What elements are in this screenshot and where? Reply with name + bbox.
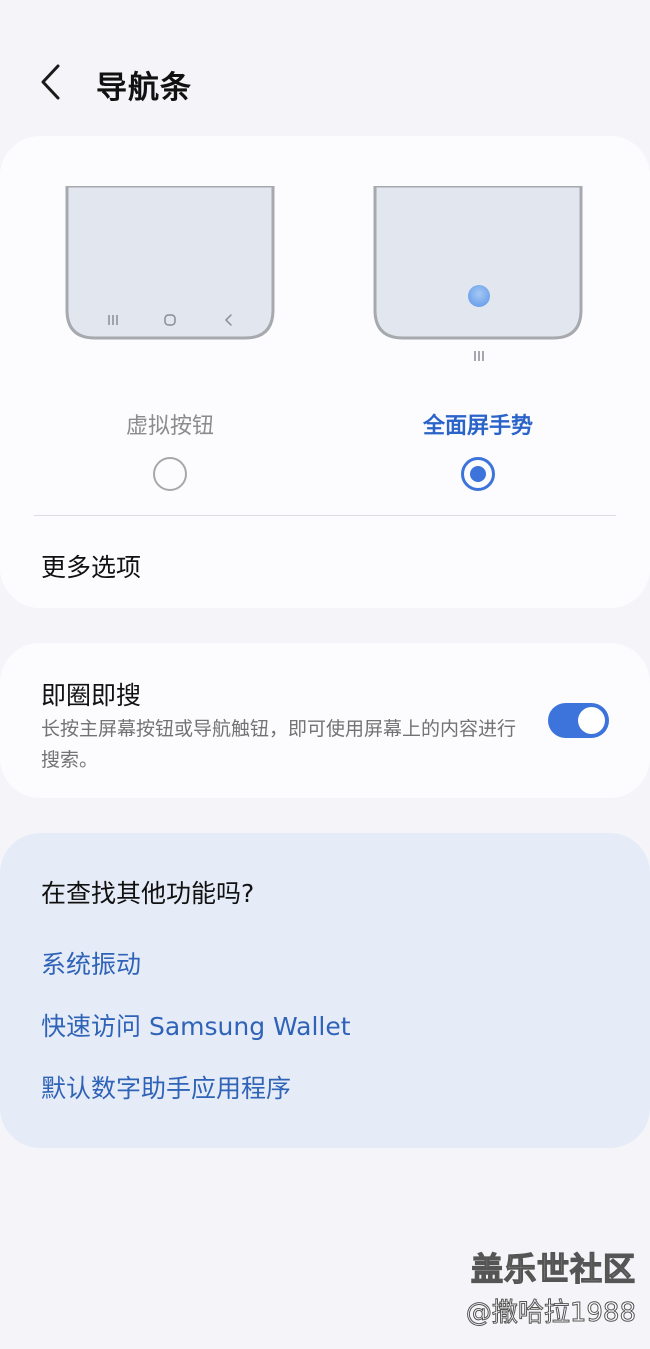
navigation-type-card: 虚拟按钮 全面屏手势 更多选项: [0, 136, 650, 608]
divider: [34, 515, 616, 516]
link-system-vibration[interactable]: 系统振动: [41, 945, 141, 981]
app-bar: 导航条: [0, 0, 650, 130]
page-title: 导航条: [96, 70, 192, 106]
gesture-handle-icon: [474, 351, 484, 361]
circle-to-search-title: 即圈即搜: [41, 681, 142, 710]
watermark-community: 盖乐世社区: [470, 1249, 636, 1288]
option-label-buttons[interactable]: 虚拟按钮: [70, 408, 270, 440]
watermark-user: @撒哈拉1988: [465, 1298, 636, 1329]
circle-to-search-toggle[interactable]: [548, 703, 609, 738]
back-button[interactable]: [30, 58, 74, 106]
radio-buttons[interactable]: [153, 457, 187, 491]
link-digital-assistant[interactable]: 默认数字助手应用程序: [41, 1069, 291, 1105]
link-samsung-wallet[interactable]: 快速访问 Samsung Wallet: [41, 1007, 351, 1043]
radio-gestures[interactable]: [461, 457, 495, 491]
buttons-preview[interactable]: [65, 184, 275, 340]
circle-to-search-description: 长按主屏幕按钮或导航触钮，即可使用屏幕上的内容进行搜索。: [41, 718, 517, 771]
suggestions-title: 在查找其他功能吗?: [41, 879, 255, 908]
toggle-knob: [578, 707, 605, 734]
more-options-item[interactable]: 更多选项: [41, 548, 141, 584]
option-label-gestures[interactable]: 全面屏手势: [378, 408, 578, 440]
gestures-preview[interactable]: [373, 184, 583, 340]
gesture-hint-icon: [468, 285, 490, 307]
suggestions-card: 在查找其他功能吗? 系统振动 快速访问 Samsung Wallet 默认数字助…: [0, 833, 650, 1148]
chevron-left-icon: [41, 64, 60, 100]
circle-to-search-card[interactable]: 即圈即搜 长按主屏幕按钮或导航触钮，即可使用屏幕上的内容进行搜索。: [0, 643, 650, 798]
